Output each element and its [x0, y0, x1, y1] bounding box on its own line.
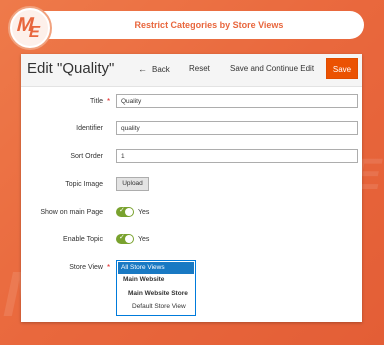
store-view-label: Store View [69, 264, 103, 271]
title-input[interactable]: Quality [116, 94, 358, 108]
toggle-knob [125, 235, 133, 243]
identifier-row: Identifier quality [21, 121, 362, 137]
check-icon: ✓ [119, 234, 125, 241]
back-arrow-icon: ← [138, 64, 147, 74]
topic-image-row: Topic Image Upload [21, 177, 362, 193]
show-on-main-page-toggle[interactable]: ✓ [116, 207, 134, 217]
back-label: Back [152, 65, 170, 74]
banner-title: Restrict Categories by Store Views [134, 20, 284, 30]
page-actions-bar: Edit "Quality" ← Back Reset Save and Cont… [21, 54, 362, 87]
reset-button[interactable]: Reset [189, 64, 210, 73]
topic-image-label: Topic Image [65, 181, 103, 188]
show-on-main-page-label: Show on main Page [40, 209, 103, 216]
brand-logo: M E [8, 6, 52, 50]
store-view-option[interactable]: Main Website [118, 274, 194, 286]
banner: Restrict Categories by Store Views [14, 11, 364, 39]
sort-order-input[interactable]: 1 [116, 149, 358, 163]
upload-button[interactable]: Upload [116, 177, 149, 191]
page-title: Edit "Quality" [27, 60, 115, 77]
identifier-label: Identifier [76, 125, 103, 132]
sort-order-row: Sort Order 1 [21, 149, 362, 165]
required-marker: * [107, 97, 111, 106]
save-and-continue-button[interactable]: Save and Continue Edit [230, 64, 314, 73]
store-view-option[interactable]: All Store Views [118, 262, 194, 274]
enable-topic-label: Enable Topic [63, 236, 103, 243]
save-button[interactable]: Save [326, 58, 358, 79]
store-view-multiselect[interactable]: All Store Views Main Website Main Websit… [116, 260, 196, 316]
title-label: Title [90, 98, 103, 105]
sort-order-label: Sort Order [70, 153, 103, 160]
store-view-option[interactable]: Main Website Store [118, 288, 194, 300]
toggle-knob [125, 208, 133, 216]
identifier-input[interactable]: quality [116, 121, 358, 135]
required-marker: * [107, 263, 111, 272]
store-view-row: Store View * All Store Views Main Websit… [21, 260, 362, 318]
toggle-state-label: Yes [138, 209, 150, 216]
back-button[interactable]: ← Back [138, 64, 170, 74]
check-icon: ✓ [119, 207, 125, 214]
show-on-main-page-row: Show on main Page ✓ Yes [21, 205, 362, 221]
enable-topic-row: Enable Topic ✓ Yes [21, 232, 362, 248]
toggle-state-label: Yes [138, 236, 150, 243]
edit-panel: Edit "Quality" ← Back Reset Save and Cont… [21, 54, 362, 322]
title-row: Title * Quality [21, 94, 362, 110]
store-view-option[interactable]: Default Store View [118, 301, 194, 313]
enable-topic-toggle[interactable]: ✓ [116, 234, 134, 244]
